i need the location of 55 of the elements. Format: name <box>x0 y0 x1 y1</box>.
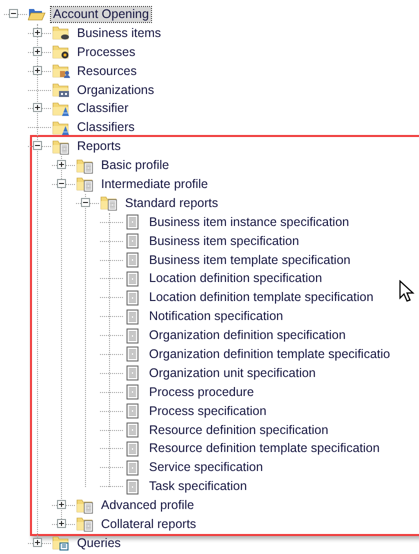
tree-item[interactable]: Process specification <box>147 404 268 419</box>
tree-item[interactable]: Business item instance specification <box>147 214 352 230</box>
folder-people-icon <box>52 63 70 80</box>
tree-item[interactable]: Collateral reports <box>99 516 198 532</box>
tree-item[interactable]: Process procedure <box>147 384 256 400</box>
folder-gear-icon <box>52 44 70 60</box>
tree-item[interactable]: Queries <box>75 536 123 551</box>
tree-item[interactable]: Location definition template specification <box>147 290 376 306</box>
folder-box-icon <box>52 82 70 98</box>
tree-item[interactable]: Task specification <box>147 479 249 494</box>
tree-item[interactable]: Reports <box>75 139 123 154</box>
tree-item[interactable]: Organizations <box>75 82 156 98</box>
tree-item[interactable]: Classifier <box>75 101 130 116</box>
tree-item[interactable]: Location definition specification <box>147 271 324 286</box>
collapse-toggle[interactable] <box>9 8 18 18</box>
expand-toggle[interactable] <box>33 538 42 547</box>
tree-item[interactable]: Resource definition template specification <box>147 441 382 456</box>
tree-item[interactable]: Service specification <box>147 460 265 476</box>
tree-item[interactable]: Business item template specification <box>147 252 352 268</box>
tree-item[interactable]: Intermediate profile <box>99 176 210 192</box>
tree-item[interactable]: Business item specification <box>147 234 302 249</box>
folder-document-icon <box>52 138 70 155</box>
expand-toggle[interactable] <box>33 28 42 37</box>
tree-item[interactable]: Advanced profile <box>99 498 196 514</box>
open-folder-icon <box>28 6 46 22</box>
folder-document-icon <box>76 516 94 532</box>
folder-document-icon <box>76 158 94 174</box>
expand-toggle[interactable] <box>57 160 66 170</box>
collapse-toggle[interactable] <box>81 198 90 207</box>
folder-query-icon <box>52 535 70 552</box>
tree-item[interactable]: Organization definition template specificatio <box>147 346 392 362</box>
folder-document-icon <box>76 176 94 192</box>
tree-item[interactable]: Account Opening <box>51 6 151 22</box>
collapse-toggle[interactable] <box>33 141 42 150</box>
folder-cone-icon <box>52 100 70 117</box>
expand-toggle[interactable] <box>57 519 66 528</box>
tree-item[interactable]: Standard reports <box>123 196 220 211</box>
tree-item[interactable]: Notification specification <box>147 309 286 324</box>
expand-toggle[interactable] <box>33 66 42 75</box>
expand-toggle[interactable] <box>33 46 42 56</box>
expand-toggle[interactable] <box>57 500 66 510</box>
tree-item[interactable]: Resource definition specification <box>147 422 330 438</box>
tree-item[interactable]: Classifiers <box>75 120 137 136</box>
tree-item[interactable]: Organization unit specification <box>147 366 318 381</box>
tree-item[interactable]: Processes <box>75 44 138 60</box>
tree-item[interactable]: Organization definition specification <box>147 328 348 344</box>
tree-item[interactable]: Basic profile <box>99 158 172 174</box>
collapse-toggle[interactable] <box>57 178 66 188</box>
folder-document-icon <box>76 498 94 514</box>
folder-cone-icon <box>52 120 70 136</box>
mouse-pointer-icon <box>399 280 415 304</box>
tree-item[interactable]: Resources <box>75 64 139 79</box>
folder-document-icon <box>100 195 118 212</box>
tree-item[interactable]: Business items <box>75 26 164 41</box>
expand-toggle[interactable] <box>33 103 42 112</box>
